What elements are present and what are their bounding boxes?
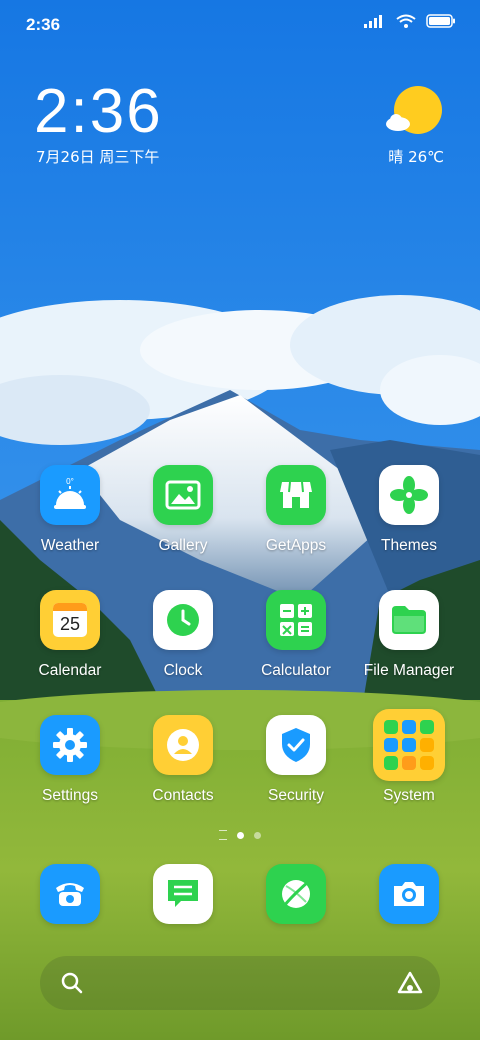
app-file-manager[interactable]: File Manager	[353, 590, 465, 680]
calculator-icon	[266, 590, 326, 650]
clock-date: 7月26日 周三下午	[36, 148, 160, 166]
home-screen: 2:36 2:36 7月26日 周三下午 晴 26℃ 0° Weather Ga…	[0, 0, 480, 1040]
camera-app[interactable]	[379, 864, 439, 924]
shield-icon	[266, 715, 326, 775]
app-label: File Manager	[363, 662, 455, 679]
app-settings[interactable]: Settings	[14, 715, 126, 805]
app-label: Clock	[163, 662, 203, 679]
app-label: Settings	[41, 787, 98, 804]
browser-app[interactable]	[266, 864, 326, 924]
calendar-icon: 25	[40, 590, 100, 650]
themes-icon	[379, 465, 439, 525]
search-icon[interactable]	[60, 971, 84, 995]
phone-app[interactable]	[40, 864, 100, 924]
battery-icon	[426, 14, 455, 28]
app-gallery[interactable]: Gallery	[127, 465, 239, 555]
app-calculator[interactable]: Calculator	[240, 590, 352, 680]
status-bar: 2:36	[0, 0, 480, 50]
page-list-icon	[219, 830, 227, 840]
app-label: Weather	[40, 537, 100, 554]
page-dot	[254, 831, 261, 839]
system-folder-icon	[373, 709, 445, 781]
contacts-icon	[153, 715, 213, 775]
app-themes[interactable]: Themes	[353, 465, 465, 555]
clock-icon	[153, 590, 213, 650]
calendar-date: 25	[59, 613, 81, 634]
app-label: Security	[268, 787, 324, 804]
weather-sun-cloud-icon[interactable]	[384, 84, 444, 144]
app-calendar[interactable]: 25 Calendar	[14, 590, 126, 680]
folder-icon	[379, 590, 439, 650]
app-label: GetApps	[265, 537, 327, 554]
svg-text:0°: 0°	[66, 477, 74, 486]
app-contacts[interactable]: Contacts	[127, 715, 239, 805]
messages-app[interactable]	[153, 864, 213, 924]
status-time: 2:36	[26, 15, 61, 34]
app-weather[interactable]: 0° Weather	[14, 465, 126, 555]
store-icon	[266, 465, 326, 525]
app-label: System	[383, 787, 435, 804]
app-label: Gallery	[158, 537, 208, 554]
phone-icon	[56, 883, 84, 906]
messages-icon	[168, 880, 198, 907]
app-label: Contacts	[152, 787, 214, 804]
search-bar[interactable]	[40, 956, 440, 1010]
page-indicator[interactable]	[0, 830, 480, 840]
app-label: Calculator	[261, 662, 331, 679]
gear-icon	[40, 715, 100, 775]
browser-icon	[282, 880, 310, 908]
assistant-icon[interactable]	[396, 970, 424, 996]
app-label: Calendar	[38, 662, 102, 679]
app-getapps[interactable]: GetApps	[240, 465, 352, 555]
app-label: Themes	[381, 537, 437, 554]
app-folder-system[interactable]: System	[353, 709, 465, 805]
page-dot-active	[237, 831, 244, 839]
gallery-icon	[153, 465, 213, 525]
app-clock[interactable]: Clock	[127, 590, 239, 680]
camera-icon	[394, 882, 424, 906]
app-security[interactable]: Security	[240, 715, 352, 805]
clock-time[interactable]: 2:36	[34, 76, 163, 147]
weather-summary: 晴 26℃	[388, 148, 444, 166]
wifi-icon	[396, 14, 416, 28]
signal-icon	[364, 15, 382, 28]
weather-icon: 0°	[40, 465, 100, 525]
